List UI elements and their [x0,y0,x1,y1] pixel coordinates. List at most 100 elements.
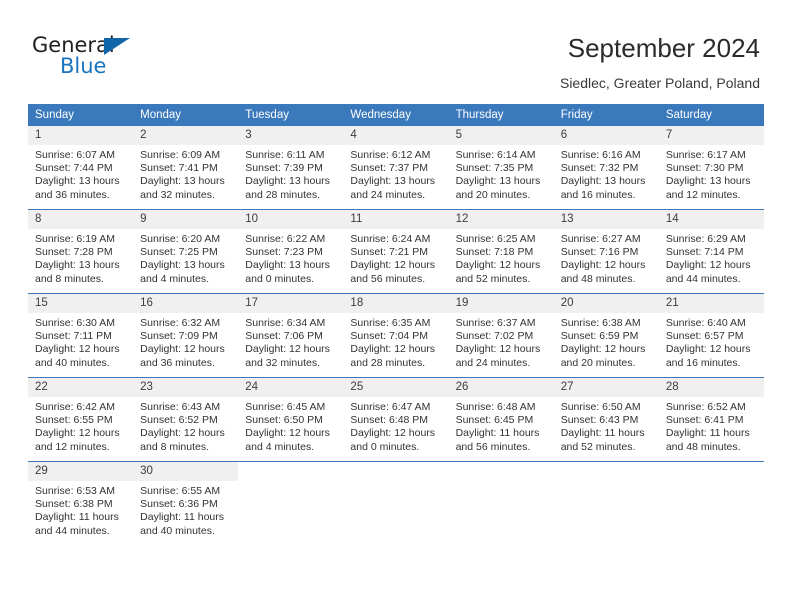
calendar-day-cell[interactable]: 27 Sunrise: 6:50 AM Sunset: 6:43 PM Dayligh… [553,377,659,462]
general-blue-logo[interactable]: General Blue [32,33,202,83]
sunrise-text: Sunrise: 6:45 AM [245,401,326,413]
calendar-day-cell[interactable]: 16 Sunrise: 6:32 AM Sunset: 7:09 PM Dayligh… [133,293,239,378]
calendar-day-cell[interactable]: 30 Sunrise: 6:55 AM Sunset: 6:36 PM Dayligh… [133,461,239,545]
calendar-day-cell[interactable]: 28 Sunrise: 6:52 AM Sunset: 6:41 PM Dayligh… [658,377,764,462]
day-details: Sunrise: 6:52 AM Sunset: 6:41 PM Daylight:… [659,397,764,454]
sunrise-text: Sunrise: 6:11 AM [245,149,325,161]
day-cell-inner: 1 Sunrise: 6:07 AM Sunset: 7:44 PM Daylight… [28,126,134,209]
sunset-text: Sunset: 6:57 PM [665,330,744,343]
day-cell-inner: 3 Sunrise: 6:11 AM Sunset: 7:39 PM Daylight… [238,126,344,209]
daylight-text-line1: Daylight: 11 hours [35,511,119,524]
day-cell-inner: 22 Sunrise: 6:42 AM Sunset: 6:55 PM Dayligh… [28,378,134,461]
sunset-text: Sunset: 6:36 PM [140,498,218,511]
day-cell-inner: 30 Sunrise: 6:55 AM Sunset: 6:36 PM Dayligh… [133,462,239,545]
calendar-day-cell[interactable]: 2 Sunrise: 6:09 AM Sunset: 7:41 PM Daylight… [133,126,239,210]
day-cell-inner: 26 Sunrise: 6:48 AM Sunset: 6:45 PM Dayligh… [448,378,554,461]
day-cell-inner: 28 Sunrise: 6:52 AM Sunset: 6:41 PM Dayligh… [658,378,764,461]
sunrise-text: Sunrise: 6:25 AM [455,233,536,245]
daylight-text-line1: Daylight: 12 hours [350,427,436,440]
weekday-header-wednesday: Wednesday [343,104,449,126]
calendar-day-cell[interactable]: 13 Sunrise: 6:27 AM Sunset: 7:16 PM Dayligh… [553,209,659,294]
day-number: 2 [133,126,239,145]
sunrise-text: Sunrise: 6:22 AM [245,233,326,245]
calendar-day-cell[interactable]: 1 Sunrise: 6:07 AM Sunset: 7:44 PM Daylight… [28,126,134,210]
daylight-text-line2: and 44 minutes. [665,272,741,285]
day-details: Sunrise: 6:14 AM Sunset: 7:35 PM Daylight:… [449,145,554,202]
day-details [343,481,448,485]
day-cell-inner: 19 Sunrise: 6:37 AM Sunset: 7:02 PM Dayligh… [448,294,554,377]
day-number: 30 [133,462,239,481]
daylight-text-line1: Daylight: 12 hours [560,259,646,272]
calendar-day-cell[interactable]: 29 Sunrise: 6:53 AM Sunset: 6:38 PM Dayligh… [28,461,134,545]
weekday-header-row: Sunday Monday Tuesday Wednesday Thursday… [28,104,764,126]
calendar-grid: Sunday Monday Tuesday Wednesday Thursday… [28,104,764,545]
calendar-day-cell[interactable]: 22 Sunrise: 6:42 AM Sunset: 6:55 PM Dayligh… [28,377,134,462]
calendar-day-cell[interactable]: 7 Sunrise: 6:17 AM Sunset: 7:30 PM Daylight… [658,126,764,210]
calendar-day-cell[interactable]: 17 Sunrise: 6:34 AM Sunset: 7:06 PM Dayligh… [238,293,344,378]
day-details: Sunrise: 6:29 AM Sunset: 7:14 PM Daylight:… [659,229,764,286]
day-cell-inner: 16 Sunrise: 6:32 AM Sunset: 7:09 PM Dayligh… [133,294,239,377]
daylight-text-line2: and 20 minutes. [455,188,531,201]
day-cell-inner: 6 Sunrise: 6:16 AM Sunset: 7:32 PM Daylight… [553,126,659,209]
daylight-text-line2: and 24 minutes. [455,356,531,369]
sunset-text: Sunset: 7:04 PM [350,330,429,343]
calendar-day-cell[interactable]: 26 Sunrise: 6:48 AM Sunset: 6:45 PM Dayligh… [448,377,554,462]
calendar-day-cell[interactable]: 20 Sunrise: 6:38 AM Sunset: 6:59 PM Dayligh… [553,293,659,378]
daylight-text-line1: Daylight: 12 hours [35,427,120,440]
calendar-week-row: 8 Sunrise: 6:19 AM Sunset: 7:28 PM Daylight… [28,209,764,294]
weekday-header-friday: Friday [553,104,659,126]
daylight-text-line2: and 28 minutes. [350,356,426,369]
day-details: Sunrise: 6:32 AM Sunset: 7:09 PM Daylight:… [133,313,238,370]
daylight-text-line2: and 12 minutes. [35,440,110,453]
calendar-day-cell[interactable]: 18 Sunrise: 6:35 AM Sunset: 7:04 PM Dayligh… [343,293,449,378]
calendar-day-cell[interactable]: 9 Sunrise: 6:20 AM Sunset: 7:25 PM Daylight… [133,209,239,294]
sunset-text: Sunset: 6:59 PM [560,330,639,343]
sunrise-text: Sunrise: 6:17 AM [665,149,746,161]
daylight-text-line2: and 4 minutes. [245,440,315,453]
calendar-day-cell[interactable]: 12 Sunrise: 6:25 AM Sunset: 7:18 PM Dayligh… [448,209,554,294]
sunrise-text: Sunrise: 6:50 AM [560,401,641,413]
sunset-text: Sunset: 6:43 PM [560,414,639,427]
calendar-day-cell[interactable]: 15 Sunrise: 6:30 AM Sunset: 7:11 PM Dayligh… [28,293,134,378]
sunset-text: Sunset: 7:09 PM [140,330,218,343]
calendar-day-cell[interactable]: 19 Sunrise: 6:37 AM Sunset: 7:02 PM Dayligh… [448,293,554,378]
calendar-day-cell[interactable]: 25 Sunrise: 6:47 AM Sunset: 6:48 PM Dayligh… [343,377,449,462]
sunset-text: Sunset: 7:39 PM [245,162,323,175]
day-cell-inner: 18 Sunrise: 6:35 AM Sunset: 7:04 PM Dayligh… [343,294,449,377]
day-number: 6 [553,126,659,145]
sunrise-text: Sunrise: 6:47 AM [350,401,431,413]
day-cell-inner [238,462,343,545]
day-cell-inner: 5 Sunrise: 6:14 AM Sunset: 7:35 PM Daylight… [448,126,554,209]
calendar-day-cell[interactable]: 3 Sunrise: 6:11 AM Sunset: 7:39 PM Daylight… [238,126,344,210]
calendar-day-cell[interactable]: 11 Sunrise: 6:24 AM Sunset: 7:21 PM Dayligh… [343,209,449,294]
daylight-text-line2: and 28 minutes. [245,188,320,201]
day-cell-inner: 25 Sunrise: 6:47 AM Sunset: 6:48 PM Dayligh… [343,378,449,461]
sunrise-text: Sunrise: 6:20 AM [140,233,221,245]
day-cell-inner: 4 Sunrise: 6:12 AM Sunset: 7:37 PM Daylight… [343,126,449,209]
day-number: 26 [448,378,554,397]
day-cell-inner: 10 Sunrise: 6:22 AM Sunset: 7:23 PM Dayligh… [238,210,344,293]
day-details: Sunrise: 6:16 AM Sunset: 7:32 PM Daylight:… [554,145,659,202]
calendar-day-cell[interactable]: 5 Sunrise: 6:14 AM Sunset: 7:35 PM Daylight… [448,126,554,210]
weekday-header-tuesday: Tuesday [238,104,344,126]
calendar-day-cell[interactable]: 4 Sunrise: 6:12 AM Sunset: 7:37 PM Daylight… [343,126,449,210]
calendar-day-cell[interactable]: 14 Sunrise: 6:29 AM Sunset: 7:14 PM Dayligh… [658,209,764,294]
day-cell-inner: 13 Sunrise: 6:27 AM Sunset: 7:16 PM Dayligh… [553,210,659,293]
calendar-day-cell[interactable]: 8 Sunrise: 6:19 AM Sunset: 7:28 PM Daylight… [28,209,134,294]
calendar-day-cell[interactable]: 21 Sunrise: 6:40 AM Sunset: 6:57 PM Dayligh… [658,293,764,378]
day-number: 20 [553,294,659,313]
page-subtitle-location: Siedlec, Greater Poland, Poland [559,75,760,91]
calendar-day-cell[interactable]: 6 Sunrise: 6:16 AM Sunset: 7:32 PM Daylight… [553,126,659,210]
calendar-day-cell[interactable]: 24 Sunrise: 6:45 AM Sunset: 6:50 PM Dayligh… [238,377,344,462]
day-number: 16 [133,294,239,313]
day-cell-inner: 2 Sunrise: 6:09 AM Sunset: 7:41 PM Daylight… [133,126,239,209]
calendar-day-cell[interactable]: 10 Sunrise: 6:22 AM Sunset: 7:23 PM Dayligh… [238,209,344,294]
calendar-day-cell[interactable]: 23 Sunrise: 6:43 AM Sunset: 6:52 PM Dayligh… [133,377,239,462]
day-cell-inner [449,462,554,545]
daylight-text-line1: Daylight: 11 hours [665,427,750,440]
day-number: 27 [553,378,659,397]
logo-triangle-icon [104,38,130,55]
weekday-header-sunday: Sunday [28,104,134,126]
daylight-text-line1: Daylight: 12 hours [140,427,225,440]
daylight-text-line1: Daylight: 13 hours [245,259,330,272]
